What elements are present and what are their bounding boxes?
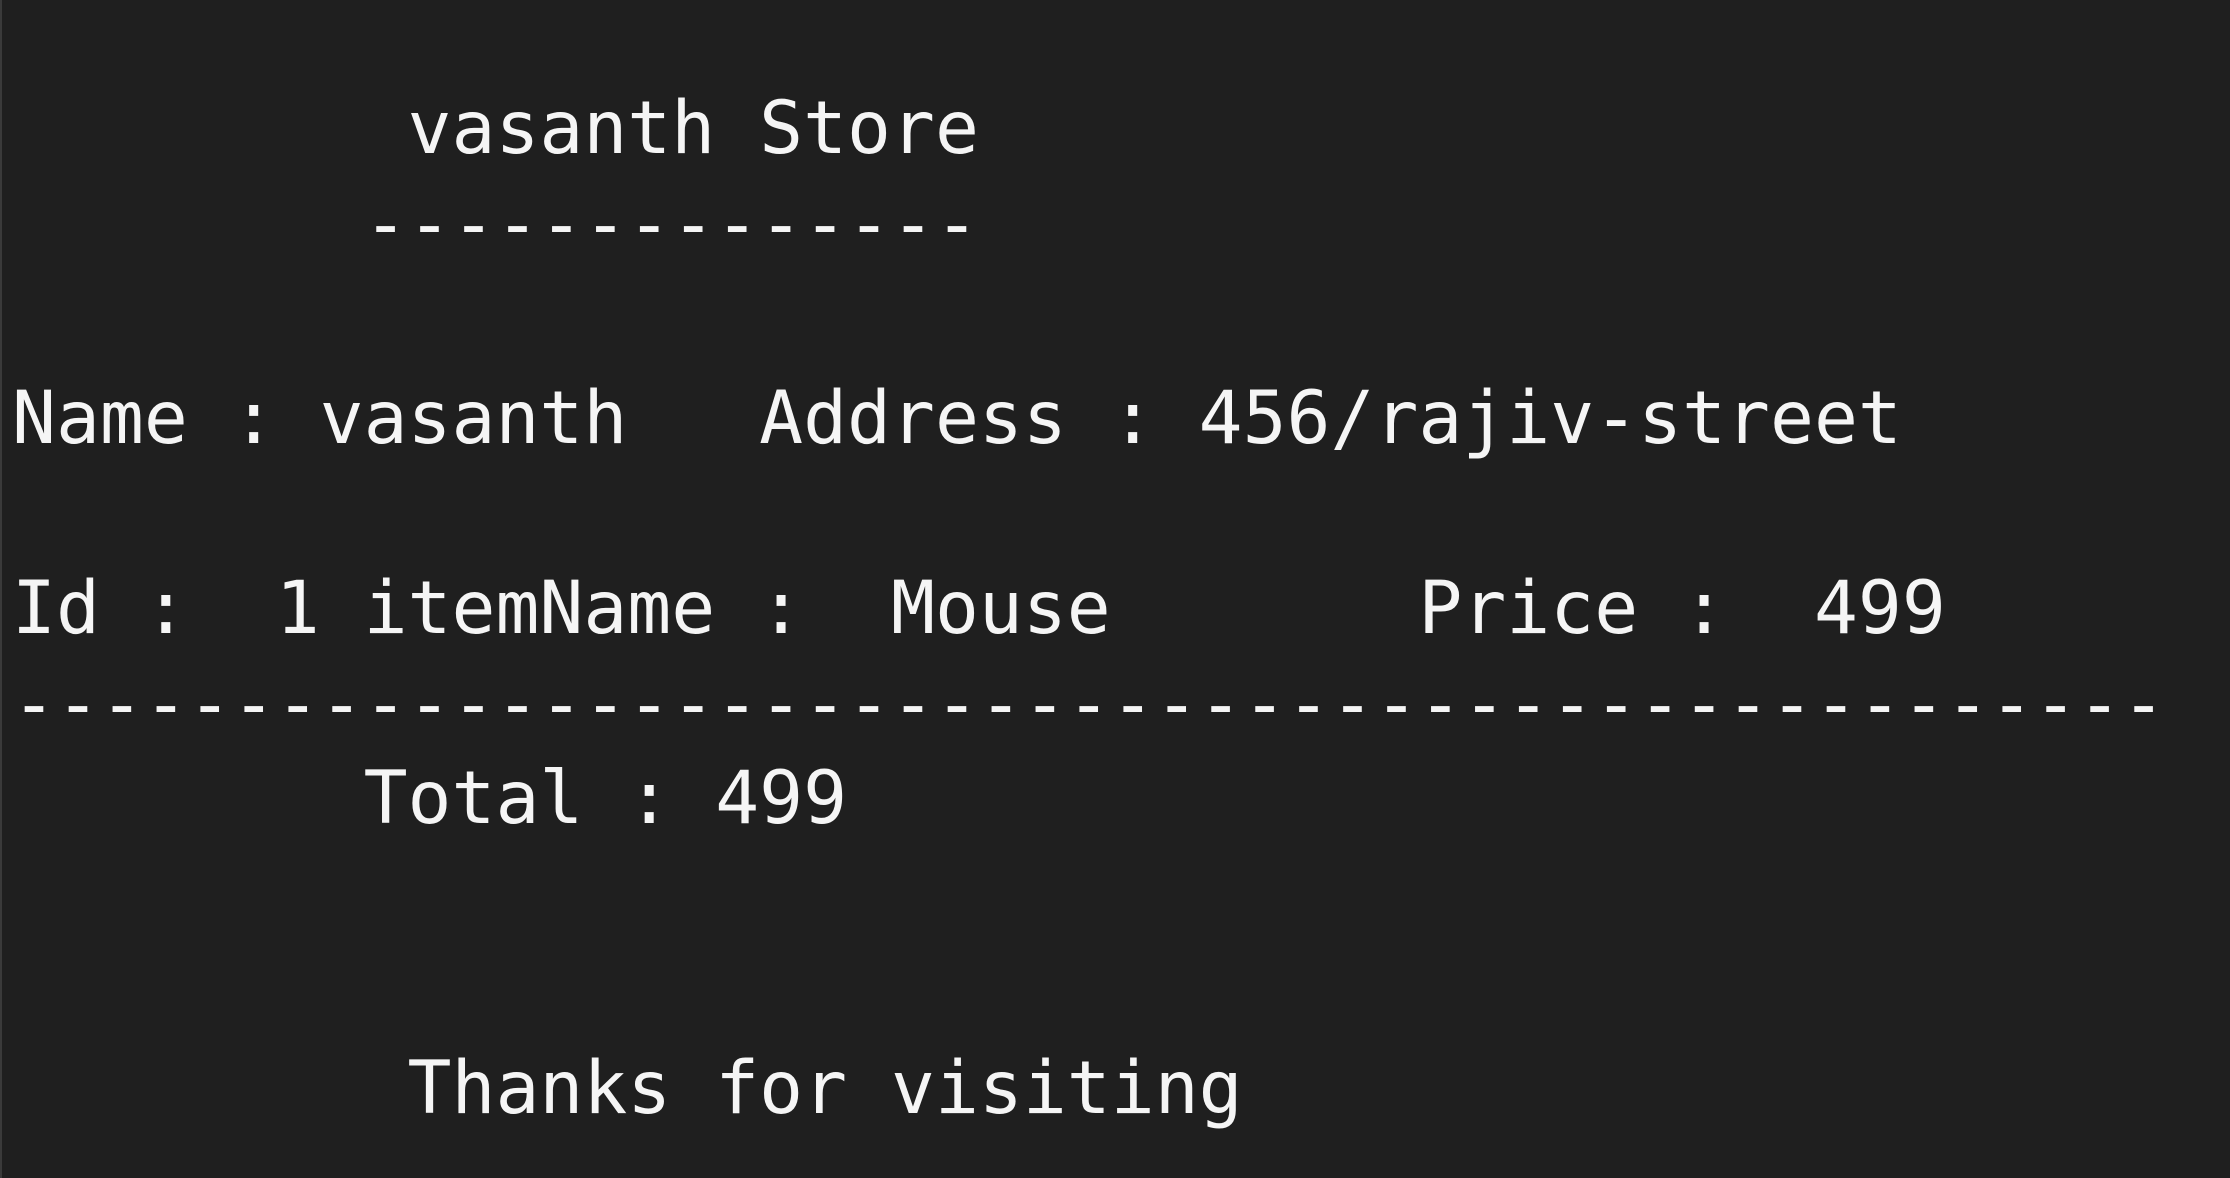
terminal-output: vasanth Store -------------- Name : vasa…: [0, 0, 2230, 1178]
item-row: Id : 1 itemName : Mouse Price : 499: [12, 566, 1946, 651]
store-title: vasanth Store: [12, 86, 979, 171]
customer-details: Name : vasanth Address : 456/rajiv-stree…: [12, 376, 1902, 461]
title-underline: --------------: [12, 182, 979, 267]
separator-line: ----------------------------------------…: [12, 662, 2166, 747]
total-line: Total : 499: [12, 756, 848, 841]
thanks-message: Thanks for visiting: [12, 1046, 1243, 1131]
